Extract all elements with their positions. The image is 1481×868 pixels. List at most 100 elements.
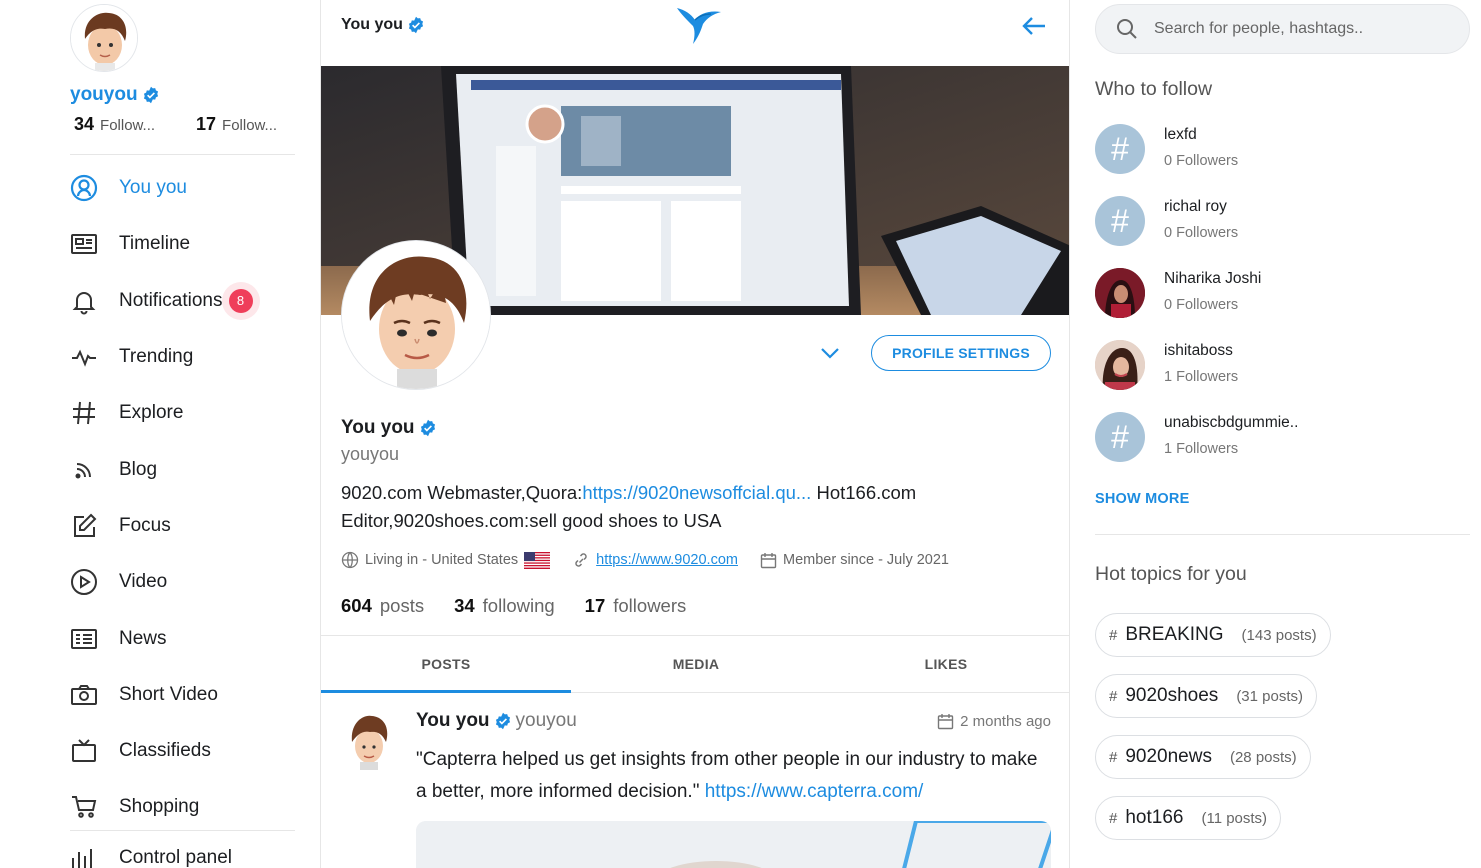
sidebar-item-label: Blog bbox=[119, 458, 158, 480]
sidebar-item-label: Classifieds bbox=[119, 740, 211, 762]
tab-media[interactable]: MEDIA bbox=[571, 636, 821, 692]
sidebar-item-trending[interactable]: Trending bbox=[70, 329, 310, 385]
follow-count: 1 Followers bbox=[1164, 369, 1239, 385]
post-time-text: 2 months ago bbox=[960, 713, 1051, 730]
profile-tabs: POSTS MEDIA LIKES bbox=[321, 635, 1069, 693]
follow-count: 0 Followers bbox=[1164, 297, 1239, 313]
follow-name[interactable]: ishitaboss bbox=[1164, 342, 1238, 360]
cart-icon bbox=[70, 793, 98, 821]
verified-icon bbox=[408, 16, 423, 34]
follow-name[interactable]: richal roy bbox=[1164, 198, 1238, 216]
post-avatar[interactable] bbox=[346, 712, 392, 770]
sidebar-nav: You you Timeline Notifications 8 Trendin… bbox=[70, 160, 310, 836]
post-author[interactable]: You you bbox=[416, 710, 490, 732]
topic-chip[interactable]: #9020shoes (31 posts) bbox=[1095, 674, 1318, 718]
show-more-button[interactable]: SHOW MORE bbox=[1095, 491, 1189, 507]
topic-chip[interactable]: # hot166 (11 posts) bbox=[1095, 796, 1282, 840]
follow-suggestion[interactable]: # richal roy 0 Followers bbox=[1095, 196, 1465, 268]
sidebar-item-classifieds[interactable]: Classifieds bbox=[70, 723, 310, 779]
website-link[interactable]: https://www.9020.com bbox=[596, 552, 738, 568]
page-title: You you bbox=[341, 16, 425, 34]
verified-icon bbox=[143, 86, 158, 104]
post-image[interactable] bbox=[416, 821, 1051, 868]
hashtag-avatar-icon: # bbox=[1095, 412, 1145, 462]
sidebar-following-count: 34 bbox=[74, 114, 95, 134]
sidebar-item-you-you[interactable]: You you bbox=[70, 160, 310, 216]
sidebar-item-label: Notifications bbox=[119, 289, 223, 311]
sidebar-item-timeline[interactable]: Timeline bbox=[70, 216, 310, 272]
user-photo-avatar bbox=[1095, 340, 1145, 390]
profile-bio: 9020.com Webmaster,Quora:https://9020new… bbox=[341, 479, 1041, 535]
tab-posts[interactable]: POSTS bbox=[321, 636, 571, 693]
hashtag-icon bbox=[70, 399, 98, 427]
search-icon bbox=[1117, 19, 1137, 39]
profile-website: https://www.9020.com bbox=[572, 551, 738, 569]
profile-avatar[interactable] bbox=[341, 240, 491, 390]
post-handle[interactable]: youyou bbox=[516, 710, 577, 732]
verified-icon bbox=[420, 419, 435, 437]
back-arrow-icon[interactable] bbox=[1021, 14, 1047, 43]
post-header: You you youyou bbox=[416, 710, 577, 732]
activity-icon bbox=[70, 343, 98, 371]
link-icon bbox=[575, 553, 587, 567]
edit-icon bbox=[70, 512, 98, 540]
hashtag-icon: # bbox=[1109, 809, 1118, 827]
follow-count: 1 Followers bbox=[1164, 441, 1239, 457]
profile-settings-button[interactable]: PROFILE SETTINGS bbox=[871, 335, 1051, 371]
sidebar-item-short-video[interactable]: Short Video bbox=[70, 667, 310, 723]
hashtag-avatar-icon: # bbox=[1095, 196, 1145, 246]
calendar-icon bbox=[760, 552, 777, 568]
topic-chip[interactable]: #9020news (28 posts) bbox=[1095, 735, 1311, 779]
topic-name: 9020news bbox=[1125, 746, 1212, 767]
sidebar-item-explore[interactable]: Explore bbox=[70, 385, 310, 441]
sidebar-username[interactable]: youyou bbox=[70, 84, 160, 106]
user-avatar[interactable] bbox=[70, 4, 138, 72]
hot-topics-title: Hot topics for you bbox=[1095, 563, 1247, 585]
follow-suggestion[interactable]: ishitaboss 1 Followers bbox=[1095, 340, 1465, 412]
user-photo-avatar bbox=[1095, 268, 1145, 318]
calendar-icon bbox=[937, 714, 954, 730]
sidebar-item-control-panel[interactable]: Control panel bbox=[70, 832, 310, 868]
sidebar-followers-count: 17 bbox=[196, 114, 217, 134]
location-text: Living in - United States bbox=[365, 552, 519, 568]
sidebar-item-news[interactable]: News bbox=[70, 610, 310, 666]
follow-suggestion[interactable]: # lexfd 0 Followers bbox=[1095, 124, 1465, 196]
chevron-down-icon[interactable] bbox=[819, 342, 841, 369]
sidebar-followers[interactable]: 17 Follow... bbox=[196, 114, 288, 135]
hashtag-avatar-icon: # bbox=[1095, 124, 1145, 174]
stat-label: following bbox=[482, 595, 555, 616]
tab-likes[interactable]: LIKES bbox=[821, 636, 1069, 692]
follow-name[interactable]: unabiscbdgummie.. bbox=[1164, 414, 1298, 432]
sidebar-divider bbox=[70, 830, 295, 831]
follow-name[interactable]: Niharika Joshi bbox=[1164, 270, 1261, 288]
bio-link[interactable]: https://9020newsoffcial.qu... bbox=[582, 482, 811, 503]
stat-value: 604 bbox=[341, 595, 372, 616]
profile-name: You you bbox=[341, 417, 437, 439]
post-time: 2 months ago bbox=[937, 713, 1051, 730]
post-link[interactable]: https://www.capterra.com/ bbox=[705, 781, 924, 802]
profile-name-text: You you bbox=[341, 417, 415, 438]
follow-suggestion[interactable]: Niharika Joshi 0 Followers bbox=[1095, 268, 1465, 340]
page-title-text: You you bbox=[341, 16, 403, 33]
stat-following[interactable]: 34 following bbox=[454, 595, 555, 617]
topic-chip[interactable]: # BREAKING (143 posts) bbox=[1095, 613, 1331, 657]
profile-column: You you PROFILE SETTINGS You you youyou … bbox=[320, 0, 1070, 868]
user-circle-icon bbox=[70, 174, 98, 202]
sidebar-nav-secondary: Control panel bbox=[70, 832, 310, 868]
sidebar-item-notifications[interactable]: Notifications 8 bbox=[70, 273, 310, 329]
sidebar-item-label: News bbox=[119, 627, 167, 649]
notification-badge: 8 bbox=[228, 288, 253, 313]
sidebar-item-video[interactable]: Video bbox=[70, 554, 310, 610]
sidebar-following[interactable]: 34 Follow... bbox=[74, 114, 166, 135]
stat-posts[interactable]: 604 posts bbox=[341, 595, 424, 617]
follow-suggestion[interactable]: # unabiscbdgummie.. 1 Followers bbox=[1095, 412, 1465, 484]
sidebar-item-blog[interactable]: Blog bbox=[70, 441, 310, 497]
sidebar-item-shopping[interactable]: Shopping bbox=[70, 779, 310, 835]
who-to-follow-title: Who to follow bbox=[1095, 78, 1213, 100]
right-divider bbox=[1095, 534, 1470, 535]
sidebar-item-focus[interactable]: Focus bbox=[70, 498, 310, 554]
stat-followers[interactable]: 17 followers bbox=[585, 595, 687, 617]
search-input[interactable] bbox=[1154, 20, 1454, 38]
follow-name[interactable]: lexfd bbox=[1164, 126, 1238, 144]
hummingbird-logo-icon[interactable] bbox=[675, 4, 723, 53]
